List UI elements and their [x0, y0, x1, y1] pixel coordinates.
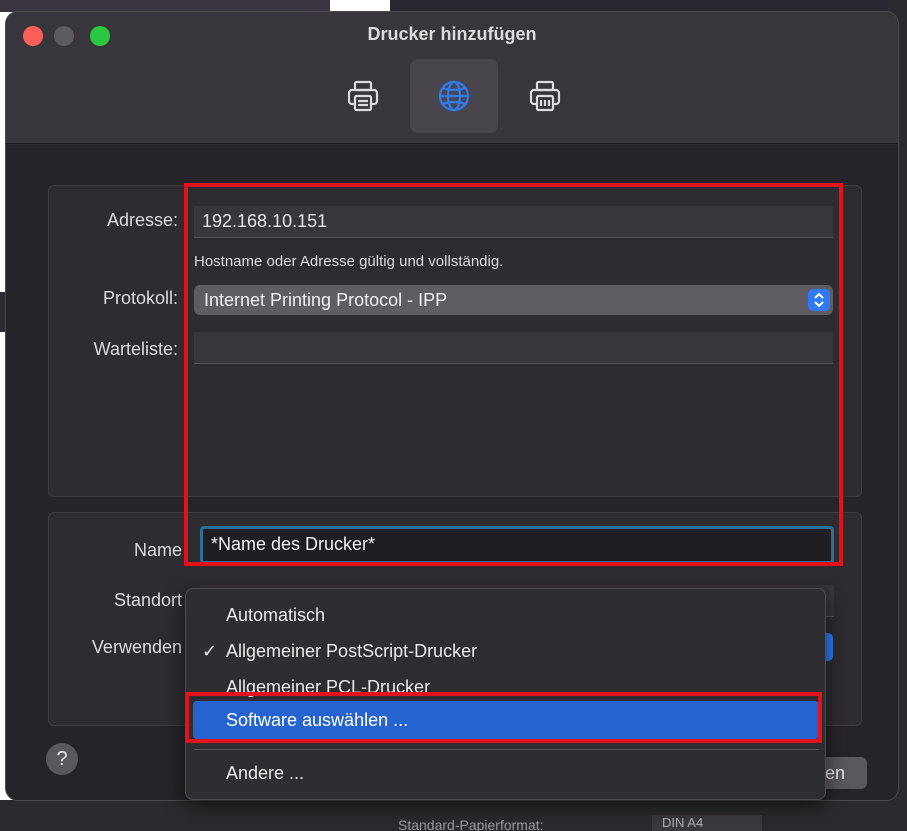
- address-hint: Hostname oder Adresse gültig und vollstä…: [194, 253, 504, 270]
- checkmark-icon: ✓: [202, 641, 218, 661]
- protocol-select[interactable]: Internet Printing Protocol - IPP: [194, 285, 833, 315]
- chevron-updown-icon: [808, 289, 830, 311]
- toolbar-ip-printer[interactable]: [410, 59, 498, 133]
- menu-item-select-software[interactable]: Software auswählen ...: [193, 701, 819, 739]
- name-input[interactable]: *Name des Drucker*: [200, 526, 834, 564]
- menu-item-automatic[interactable]: Automatisch: [186, 605, 827, 626]
- menu-item-postscript[interactable]: ✓ Allgemeiner PostScript-Drucker: [186, 641, 827, 662]
- address-label: Adresse:: [106, 210, 178, 230]
- menu-item-label: Allgemeiner PostScript-Drucker: [226, 641, 478, 661]
- printer-icon: [347, 80, 379, 112]
- queue-input[interactable]: [194, 332, 833, 364]
- driver-popup-menu: Automatisch ✓ Allgemeiner PostScript-Dru…: [185, 588, 826, 800]
- queue-label: Warteliste:: [93, 339, 178, 359]
- help-button[interactable]: ?: [46, 743, 78, 775]
- use-label: Verwenden: [91, 637, 182, 657]
- globe-icon: [438, 80, 470, 112]
- protocol-select-value: Internet Printing Protocol - IPP: [204, 290, 448, 310]
- address-input[interactable]: 192.168.10.151: [194, 206, 833, 238]
- menu-separator: [194, 749, 819, 750]
- window-title: Drucker hinzufügen: [367, 24, 537, 44]
- menu-item-label: Automatisch: [226, 605, 326, 625]
- name-label: Name: [133, 540, 182, 560]
- menu-item-label: Software auswählen ...: [226, 710, 409, 730]
- menu-item-pcl[interactable]: Allgemeiner PCL-Drucker: [186, 677, 827, 697]
- toolbar-windows-printer[interactable]: [501, 59, 589, 133]
- titlebar: Drucker hinzufügen: [6, 12, 898, 144]
- menu-item-label: Allgemeiner PCL-Drucker: [226, 677, 431, 697]
- background-paper-format-label: Standard-Papierformat:: [398, 817, 544, 831]
- background-window-strip: [0, 0, 330, 12]
- printer-network-icon: [529, 80, 561, 112]
- toolbar-default-printer[interactable]: [319, 59, 407, 133]
- menu-item-label: Andere ...: [226, 763, 305, 783]
- menu-item-other[interactable]: Andere ...: [186, 763, 827, 784]
- background-window-strip-right: [390, 0, 907, 12]
- location-label: Standort: [113, 590, 182, 610]
- protocol-label: Protokoll:: [102, 288, 178, 308]
- background-paper-format-value: DIN A4: [652, 815, 762, 831]
